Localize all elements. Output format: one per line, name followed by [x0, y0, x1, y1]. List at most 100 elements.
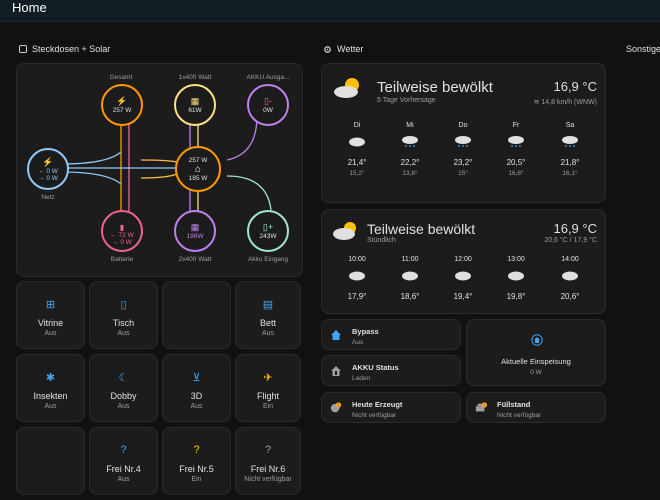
svg-text:!: ! — [338, 402, 340, 407]
tile-flight[interactable]: ✈ Flight Ein — [235, 354, 301, 422]
solar-power-icon: ⚡ — [116, 96, 128, 106]
solar-panel-icon: ▦ — [190, 222, 200, 232]
tile-bett[interactable]: ▤ Bett Aus — [235, 281, 301, 349]
transmission-tower-icon: ⚡ — [42, 156, 54, 167]
cloudy-icon — [508, 271, 524, 281]
forecast-hour: 14:00 20,6° — [560, 256, 580, 301]
tile-tisch[interactable]: ▯ Tisch Aus — [89, 281, 158, 349]
battery-icon: ▮ — [119, 222, 125, 232]
akku-out-node[interactable]: ▯- 0W — [247, 84, 289, 126]
grid-node[interactable]: ⚡ ← 0 W → 0 W — [27, 148, 69, 190]
weather-condition: Teilweise bewölkt — [367, 221, 476, 237]
bed-icon: ▤ — [262, 299, 274, 311]
cloudy-icon — [349, 271, 365, 281]
cloudy-icon — [562, 271, 578, 281]
rainy-icon — [455, 136, 471, 147]
weather-range: 20,6 °C / 17,9 °C — [544, 237, 597, 244]
flow-line — [60, 171, 122, 185]
solar1-label: 1x400 Watt — [178, 74, 212, 81]
solar1-node[interactable]: ▦ 61W — [174, 84, 216, 126]
weather-forecast-card[interactable]: Teilweise bewölkt 5 Tage Vorhersage 16,9… — [321, 63, 606, 203]
partly-cloudy-icon — [333, 222, 356, 240]
bug-icon: ✱ — [45, 372, 56, 384]
flow-line — [226, 175, 272, 211]
tile-heute-erzeugt[interactable]: ! Heute Erzeugt Nicht verfügbar — [321, 392, 461, 423]
weather-condition: Teilweise bewölkt — [377, 79, 493, 96]
battery-label: Batterie — [110, 256, 134, 263]
partly-cloudy-icon — [334, 78, 359, 98]
forecast-hour: 13:00 19,8° — [506, 256, 526, 301]
tile-empty[interactable] — [162, 281, 231, 349]
section-title-weather: Wetter — [323, 44, 363, 54]
tile-dobby[interactable]: ☾ Dobby Aus — [89, 354, 158, 422]
battery-minus-icon: ▯- — [264, 96, 272, 106]
rainy-icon — [562, 136, 578, 147]
tile-aktuelle-einspeisung[interactable]: Aktuelle Einspeisung 0 W — [466, 319, 606, 386]
rainy-icon — [508, 136, 524, 147]
flow-line — [140, 159, 178, 163]
weather-temperature: 16,9 °C — [553, 221, 597, 236]
gear-icon — [324, 45, 331, 53]
question-icon: ? — [193, 444, 200, 456]
home-icon — [331, 329, 341, 340]
weather-subtitle: 5 Tage Vorhersage — [377, 97, 436, 104]
forecast-hour: 12:00 19,4° — [453, 256, 473, 301]
akku-in-node[interactable]: ▯+ 243W — [247, 210, 289, 252]
airplane-icon: ✈ — [263, 372, 273, 384]
moon-icon: ☾ — [118, 372, 129, 384]
window-icon: ⊞ — [45, 299, 56, 311]
home-icon: ⌂ — [194, 163, 202, 175]
page-title: Home — [12, 0, 47, 15]
energy-flow-card[interactable]: Gesamt ⚡ 257 W 1x400 Watt ▦ 61W AKKU Aus… — [16, 63, 303, 277]
weather-wind: ≋ 14,8 km/h (WNW) — [533, 99, 597, 106]
tile-fuellstand[interactable]: ! Füllstand Nicht verfügbar — [466, 392, 606, 423]
weather-subtitle: Stündlich — [367, 237, 396, 244]
cloudy-icon — [402, 271, 418, 281]
rainy-icon — [402, 136, 418, 147]
home-node[interactable]: 257 W ⌂ 185 W — [175, 146, 221, 192]
flow-line — [140, 173, 178, 179]
section-title-energy: Steckdosen + Solar — [19, 44, 110, 54]
section-title-other: Sonstige — [626, 44, 660, 54]
weather-temperature: 16,9 °C — [553, 79, 597, 94]
akku-out-label: AKKU Ausga... — [246, 74, 290, 81]
tile-akku-status[interactable]: AKKU Status Laden — [321, 355, 461, 386]
tile-frei-4[interactable]: ? Frei Nr.4 Aus — [89, 427, 158, 495]
solar2-node[interactable]: ▦ 196W — [174, 210, 216, 252]
printer-3d-icon: ⊻ — [192, 372, 201, 384]
tile-bypass[interactable]: Bypass Aus — [321, 319, 461, 350]
home-import-icon — [531, 334, 543, 346]
grid-label: Netz — [41, 194, 55, 201]
akku-in-label: Akku Eingang — [247, 256, 289, 263]
cloudy-icon — [349, 137, 365, 147]
cloudy-icon — [455, 271, 471, 281]
tile-insekten[interactable]: ✱ Insekten Aus — [16, 354, 85, 422]
svg-text:!: ! — [484, 402, 486, 407]
printer-warning-icon: ! — [475, 401, 487, 411]
tile-frei-5[interactable]: ? Frei Nr.5 Ein — [162, 427, 231, 495]
question-icon: ? — [264, 444, 272, 456]
tile-vitrine[interactable]: ⊞ Vitrine Aus — [16, 281, 85, 349]
forecast-hour: 11:00 18,6° — [400, 256, 420, 301]
flow-line — [226, 115, 258, 161]
tile-3d[interactable]: ⊻ 3D Aus — [162, 354, 231, 422]
socket-icon — [19, 45, 27, 53]
question-icon: ? — [120, 444, 127, 456]
tile-empty[interactable] — [16, 427, 85, 495]
gesamt-node[interactable]: ⚡ 257 W — [101, 84, 143, 126]
forecast-day: Di 21,4° 15,2° — [347, 122, 367, 177]
forecast-day: Do 23,2° 15° — [453, 122, 473, 177]
forecast-day: Mi 22,2° 13,8° — [400, 122, 420, 177]
weather-hourly-card[interactable]: Teilweise bewölkt Stündlich 16,9 °C 20,6… — [321, 209, 606, 314]
battery-node[interactable]: ▮ ← 72 W → 0 W — [101, 210, 143, 252]
phone-icon: ▯ — [120, 299, 127, 311]
solar-warning-icon: ! — [330, 401, 342, 412]
tile-frei-6[interactable]: ? Frei Nr.6 Nicht verfügbar — [235, 427, 301, 495]
gesamt-label: Gesamt — [109, 74, 133, 81]
forecast-day: Fr 20,5° 16,8° — [506, 122, 526, 177]
forecast-hour: 10:00 17,9° — [347, 256, 367, 301]
forecast-day: Sa 21,8° 16,1° — [560, 122, 580, 177]
solar-panel-icon: ▦ — [190, 96, 200, 106]
flow-line — [60, 151, 122, 165]
home-battery-icon — [331, 365, 341, 376]
